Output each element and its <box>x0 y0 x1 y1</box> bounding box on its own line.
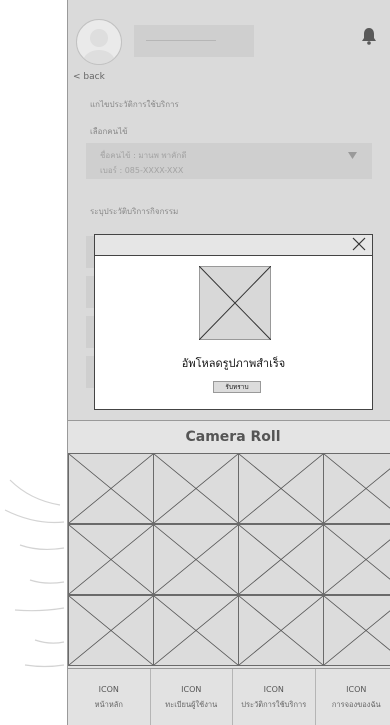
nav-label: ประวัติการใช้บริการ <box>241 699 307 709</box>
image-placeholder-icon <box>68 453 154 524</box>
photo-thumbnail[interactable] <box>238 453 324 524</box>
bottom-nav: ICON หน้าหลัก ICON ทะเบียนผู้ใช้งาน ICON… <box>68 668 390 725</box>
image-placeholder-icon <box>238 453 324 524</box>
close-icon[interactable] <box>352 237 366 251</box>
nav-item-history[interactable]: ICON ประวัติการใช้บริการ <box>233 669 316 725</box>
image-placeholder-icon <box>68 595 154 666</box>
image-placeholder-icon <box>323 524 390 595</box>
nav-item-bookings[interactable]: ICON การจองของฉัน <box>316 669 390 725</box>
history-icon: ICON <box>263 684 284 694</box>
nav-label: การจองของฉัน <box>331 699 381 709</box>
registration-icon: ICON <box>181 684 202 694</box>
nav-item-home[interactable]: ICON หน้าหลัก <box>68 669 151 725</box>
photo-thumbnail[interactable] <box>153 595 239 666</box>
phone-screen: < back แกไขประวัติการใช้บริการ เลือกคนไข… <box>67 0 390 725</box>
camera-roll-title: Camera Roll <box>68 420 390 454</box>
image-placeholder-icon <box>238 595 324 666</box>
photo-thumbnail[interactable] <box>153 453 239 524</box>
nav-label: ทะเบียนผู้ใช้งาน <box>165 699 218 709</box>
photo-thumbnail[interactable] <box>323 524 390 595</box>
image-placeholder-icon <box>153 524 239 595</box>
image-placeholder-icon <box>153 595 239 666</box>
photo-thumbnail[interactable] <box>238 595 324 666</box>
upload-success-modal: อัพโหลดรูปภาพสำเร็จ รับทราบ <box>94 234 373 410</box>
photo-thumbnail[interactable] <box>68 453 154 524</box>
nav-label: หน้าหลัก <box>94 699 123 709</box>
photo-thumbnail[interactable] <box>238 524 324 595</box>
photo-thumbnail[interactable] <box>153 524 239 595</box>
acknowledge-button[interactable]: รับทราบ <box>213 381 261 393</box>
image-placeholder-icon <box>323 453 390 524</box>
nav-item-registration[interactable]: ICON ทะเบียนผู้ใช้งาน <box>151 669 233 725</box>
modal-header <box>95 235 372 256</box>
image-placeholder-icon <box>199 266 271 340</box>
photo-thumbnail[interactable] <box>323 595 390 666</box>
home-icon: ICON <box>98 684 119 694</box>
image-placeholder-icon <box>238 524 324 595</box>
image-placeholder-icon <box>68 524 154 595</box>
bookings-icon: ICON <box>346 684 367 694</box>
image-placeholder-icon <box>153 453 239 524</box>
photo-thumbnail[interactable] <box>68 595 154 666</box>
image-placeholder-icon <box>323 595 390 666</box>
modal-title: อัพโหลดรูปภาพสำเร็จ <box>181 357 286 370</box>
photo-thumbnail[interactable] <box>68 524 154 595</box>
camera-roll-grid <box>68 453 390 668</box>
photo-thumbnail[interactable] <box>323 453 390 524</box>
